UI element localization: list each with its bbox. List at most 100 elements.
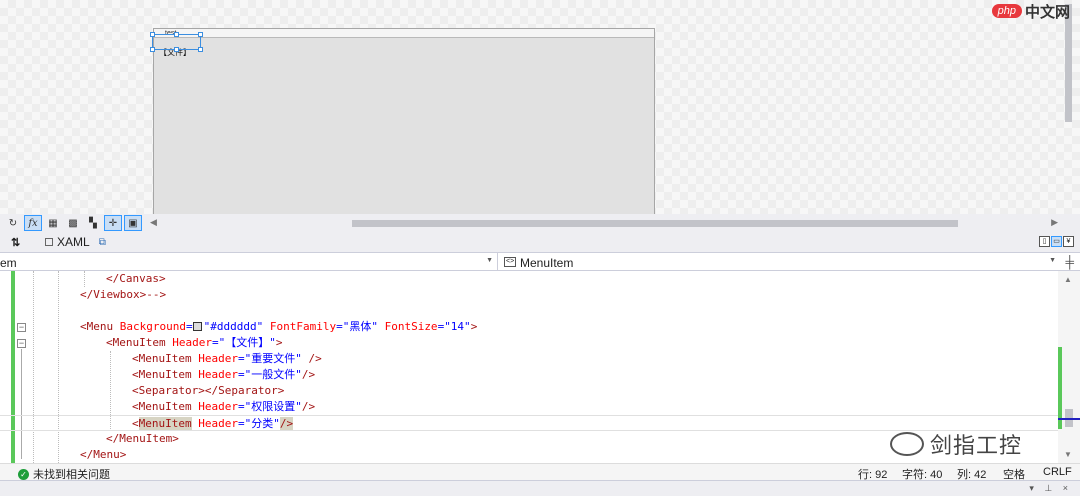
code-token: </Viewbox> (80, 288, 147, 301)
code-token: <MenuItem (132, 352, 199, 365)
xaml-designer-surface[interactable]: test 【文件】 php 中文网 (0, 0, 1080, 214)
resize-handle[interactable] (150, 47, 155, 52)
code-token-highlight: MenuItem (138, 417, 192, 430)
xaml-code-editor[interactable]: − − </Canvas> </Viewbox>--> <Menu Backgr… (0, 271, 1080, 463)
code-value: "权限设置" (244, 400, 302, 413)
horizontal-split-icon[interactable]: ▭ (1051, 236, 1062, 247)
scroll-down-arrow-icon[interactable]: ▼ (1064, 450, 1072, 459)
swap-panes-icon[interactable]: ⇅ (11, 236, 23, 249)
pane-layout-buttons: ▯ ▭ ¥ (1039, 236, 1074, 247)
designer-window-preview[interactable]: test 【文件】 (150, 28, 655, 214)
chevron-down-icon: ▼ (1049, 257, 1056, 264)
code-line: <Menu Background= "#dddddd" FontFamily="黑… (80, 320, 478, 333)
caret-position-marker (1058, 418, 1080, 420)
designer-toolbar: ↻ fx ▦ ▩ ▚ ✛ ▣ ◀ ▶ (0, 214, 1080, 232)
code-attr: Header (172, 336, 212, 349)
scrollbar-thumb[interactable] (352, 220, 958, 227)
tab-xaml[interactable]: XAML (45, 235, 90, 249)
resize-handle[interactable] (174, 32, 179, 37)
code-token: </Menu> (80, 448, 127, 461)
designer-vertical-scrollbar[interactable] (1062, 4, 1074, 210)
split-editor-icon[interactable]: ╪ (1065, 255, 1074, 269)
code-line: <MenuItem Header="权限设置"/> (132, 400, 316, 413)
tab-xaml-label: XAML (57, 235, 90, 249)
code-token: /> (301, 368, 316, 381)
wechat-icon (890, 432, 924, 456)
code-value: "黑体" (342, 320, 378, 333)
xaml-tab-icon (45, 238, 53, 246)
code-token: <MenuItem (106, 336, 173, 349)
code-line: </Viewbox>--> (0, 287, 1058, 303)
code-attr: Header (198, 417, 238, 430)
scroll-left-arrow-icon[interactable]: ◀ (150, 217, 157, 228)
line-endings[interactable]: CRLF (1043, 466, 1072, 478)
code-attr: FontSize (384, 320, 438, 333)
watermark-text: 剑指工控 (930, 434, 1023, 459)
resize-handle[interactable] (198, 47, 203, 52)
code-attr: Header (198, 368, 238, 381)
bottom-panel-strip: ▾ ⊥ × (0, 480, 1080, 496)
checkerboard-icon[interactable]: ▚ (84, 215, 102, 231)
code-line: <Separator></Separator> (0, 383, 1058, 399)
color-swatch-icon[interactable] (192, 322, 202, 331)
element-type-dropdown[interactable]: em ▼ (0, 253, 498, 271)
code-line: </Canvas> (0, 271, 1058, 287)
designer-horizontal-scrollbar[interactable]: ◀ ▶ (150, 217, 1058, 229)
panel-controls-icon[interactable]: ▾ ⊥ × (1029, 483, 1072, 494)
logo-text: 中文网 (1024, 2, 1070, 21)
snap-grid-icon[interactable]: ▩ (64, 215, 82, 231)
code-line: <MenuItem Header="【文件】"> (106, 336, 283, 349)
window-titlebar: test (154, 29, 654, 38)
code-token: /> (301, 352, 322, 365)
code-value: "14" (444, 320, 471, 333)
code-attr: FontFamily (269, 320, 337, 333)
watermark: 剑指工控 (890, 428, 1022, 460)
menu-preview[interactable]: 【文件】 (154, 38, 654, 57)
scroll-right-arrow-icon[interactable]: ▶ (1051, 217, 1058, 228)
php-cn-logo: php 中文网 (991, 0, 1070, 22)
code-token: /> (301, 400, 316, 413)
code-line: <MenuItem Header="重要文件" /> (132, 352, 322, 365)
element-member-dropdown[interactable]: <> MenuItem ▼ (502, 253, 1058, 271)
code-value: "分类" (244, 417, 280, 430)
logo-badge: php (991, 4, 1022, 18)
change-marker (1058, 347, 1062, 429)
element-icon: <> (504, 257, 517, 267)
navigation-bar: em ▼ <> MenuItem ▼ ╪ (0, 252, 1080, 271)
code-value: "重要文件" (244, 352, 302, 365)
popout-icon[interactable]: ⧉ (99, 237, 106, 248)
collapse-pane-icon[interactable]: ¥ (1063, 236, 1074, 247)
resize-handle[interactable] (174, 47, 179, 52)
code-token: <Menu (80, 320, 120, 333)
code-value: "一般文件" (244, 368, 302, 381)
fx-effects-icon[interactable]: fx (24, 215, 42, 231)
check-circle-icon: ✓ (18, 468, 29, 480)
refresh-icon[interactable]: ↻ (4, 215, 22, 231)
code-value: "#dddddd" (203, 320, 264, 333)
device-preview-icon[interactable]: ▣ (124, 215, 142, 231)
code-token-highlight: /> (279, 417, 294, 430)
code-attr: Background (119, 320, 186, 333)
pane-tabstrip: ⇅ XAML ⧉ ▯ ▭ ¥ (0, 232, 1080, 252)
resize-handle[interactable] (150, 32, 155, 37)
code-token: <MenuItem (132, 400, 199, 413)
editor-status-bar: ✓ 未找到相关问题 行: 92 字符: 40 列: 42 空格 CRLF (0, 463, 1080, 481)
code-token: </Canvas> (106, 272, 166, 285)
code-attr: Header (198, 352, 238, 365)
code-token: --> (146, 288, 167, 301)
chevron-down-icon: ▼ (486, 257, 493, 264)
code-token: <MenuItem (132, 368, 199, 381)
code-value: "【文件】" (218, 336, 276, 349)
selection-adorner[interactable] (150, 32, 203, 52)
resize-handle[interactable] (198, 32, 203, 37)
code-token: <Separator></Separator> (132, 384, 285, 397)
element-member-value: MenuItem (520, 256, 574, 270)
code-attr: Header (198, 400, 238, 413)
scroll-up-arrow-icon[interactable]: ▲ (1064, 275, 1072, 284)
editor-vertical-scrollbar[interactable]: ▲ ▼ (1058, 271, 1080, 463)
code-token: </MenuItem> (106, 432, 179, 445)
element-type-value: em (0, 256, 17, 270)
snap-lines-icon[interactable]: ✛ (104, 215, 122, 231)
grid-icon[interactable]: ▦ (44, 215, 62, 231)
vertical-split-icon[interactable]: ▯ (1039, 236, 1050, 247)
